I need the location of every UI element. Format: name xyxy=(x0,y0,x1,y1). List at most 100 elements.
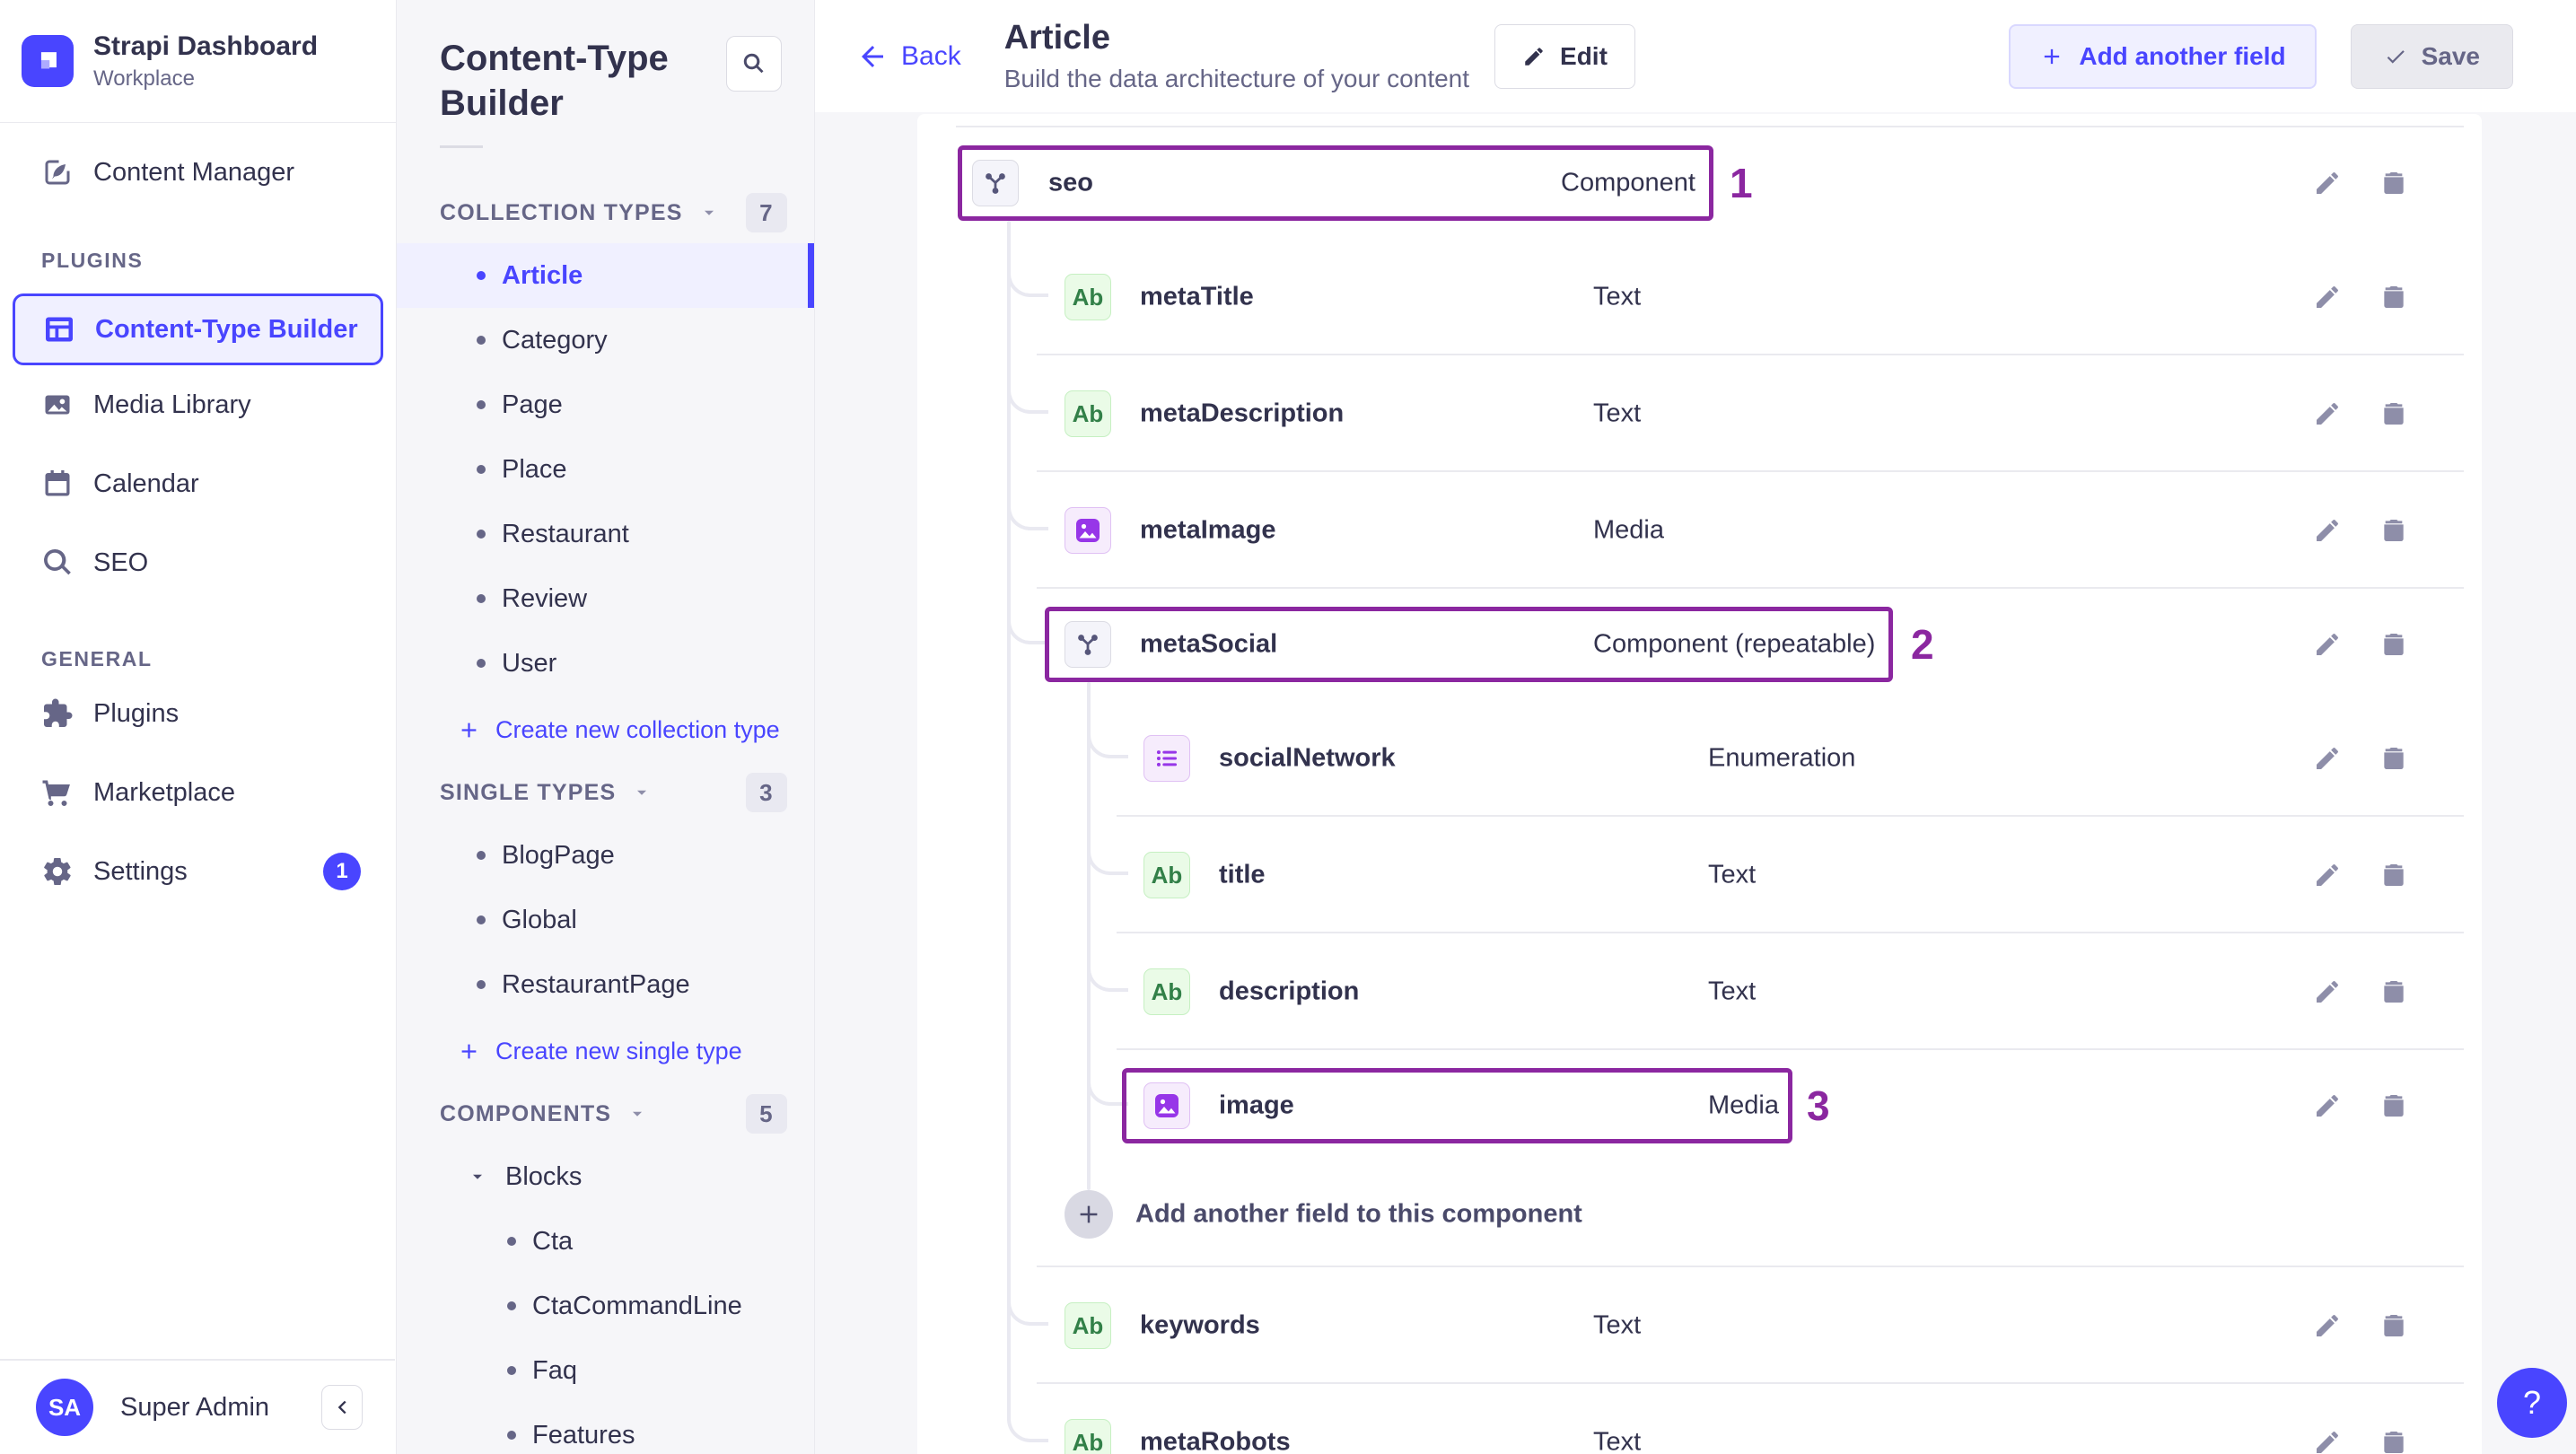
bullet-icon xyxy=(507,1301,516,1310)
delete-field-button[interactable] xyxy=(2379,516,2408,545)
bullet-icon xyxy=(477,659,486,668)
field-name: metaTitle xyxy=(1140,282,1254,311)
sidebar-item-marketplace[interactable]: Marketplace xyxy=(0,753,396,832)
type-item-category[interactable]: Category xyxy=(397,308,814,372)
edit-field-button[interactable] xyxy=(2313,399,2342,428)
type-item-blogpage[interactable]: BlogPage xyxy=(397,823,814,888)
section-header-components[interactable]: COMPONENTS 5 xyxy=(397,1089,814,1139)
type-item-label: Place xyxy=(502,454,567,484)
delete-field-button[interactable] xyxy=(2379,630,2408,659)
sidebar-item-plugins[interactable]: Plugins xyxy=(0,674,396,753)
field-type-chip-component xyxy=(1065,621,1111,668)
section-count-badge: 5 xyxy=(746,1094,787,1134)
component-item-features[interactable]: Features xyxy=(397,1403,814,1454)
type-item-restaurantpage[interactable]: RestaurantPage xyxy=(397,952,814,1017)
delete-field-button[interactable] xyxy=(2379,1428,2408,1454)
field-type-chip-media xyxy=(1065,507,1111,554)
sidebar-item-content-manager[interactable]: Content Manager xyxy=(0,141,396,204)
back-link[interactable]: Back xyxy=(856,40,961,73)
bullet-icon xyxy=(477,851,486,860)
type-item-label: Global xyxy=(502,905,577,934)
edit-field-button[interactable] xyxy=(2313,744,2342,773)
help-button[interactable]: ? xyxy=(2497,1368,2567,1438)
component-item-cta[interactable]: Cta xyxy=(397,1209,814,1274)
sidebar-item-calendar[interactable]: Calendar xyxy=(0,444,396,523)
sidebar-item-content-type-builder[interactable]: Content-Type Builder xyxy=(13,293,383,365)
bullet-icon xyxy=(507,1366,516,1375)
component-icon xyxy=(1078,635,1098,655)
edit-field-button[interactable] xyxy=(2313,861,2342,889)
seo-icon xyxy=(41,547,74,579)
component-group-blocks[interactable]: Blocks xyxy=(397,1144,814,1209)
delete-field-button[interactable] xyxy=(2379,1091,2408,1120)
add-field-to-component-button[interactable] xyxy=(1065,1190,1113,1239)
edit-field-button[interactable] xyxy=(2313,977,2342,1006)
delete-field-button[interactable] xyxy=(2379,861,2408,889)
trash-icon xyxy=(2384,1432,2404,1453)
type-item-place[interactable]: Place xyxy=(397,437,814,502)
trash-icon xyxy=(2384,1095,2404,1117)
sidebar-section-general: GENERAL xyxy=(41,646,153,670)
type-item-global[interactable]: Global xyxy=(397,888,814,952)
delete-field-button[interactable] xyxy=(2379,169,2408,197)
edit-button[interactable]: Edit xyxy=(1494,23,1635,89)
component-item-faq[interactable]: Faq xyxy=(397,1338,814,1403)
annotation-number: 1 xyxy=(1730,160,1753,206)
type-item-user[interactable]: User xyxy=(397,631,814,696)
field-type-chip-text: Ab xyxy=(1143,852,1190,898)
create-new-link[interactable]: Create new single type xyxy=(397,1020,814,1082)
type-item-review[interactable]: Review xyxy=(397,566,814,631)
create-new-link[interactable]: Create new collection type xyxy=(397,699,814,760)
component-item-label: Features xyxy=(532,1420,635,1450)
field-name: title xyxy=(1219,860,1266,889)
save-button[interactable]: Save xyxy=(2350,23,2513,89)
annotation-number: 3 xyxy=(1807,1082,1830,1129)
edit-field-button[interactable] xyxy=(2313,516,2342,545)
type-item-restaurant[interactable]: Restaurant xyxy=(397,502,814,566)
component-item-ctacommandline[interactable]: CtaCommandLine xyxy=(397,1274,814,1338)
field-type: Text xyxy=(1593,1310,1642,1340)
avatar[interactable]: SA xyxy=(36,1379,93,1436)
field-row-metaDescription: Ab metaDescription Text xyxy=(956,355,2464,472)
section-header-single-types[interactable]: SINGLE TYPES 3 xyxy=(397,767,814,818)
type-item-page[interactable]: Page xyxy=(397,372,814,437)
delete-field-button[interactable] xyxy=(2379,977,2408,1006)
delete-field-button[interactable] xyxy=(2379,744,2408,773)
delete-field-button[interactable] xyxy=(2379,1311,2408,1340)
row-actions xyxy=(2313,1311,2408,1340)
sidebar-item-settings[interactable]: Settings 1 xyxy=(0,832,396,911)
edit-field-button[interactable] xyxy=(2313,630,2342,659)
section-header-collection-types[interactable]: COLLECTION TYPES 7 xyxy=(397,188,814,238)
field-type: Enumeration xyxy=(1708,743,1856,773)
delete-field-button[interactable] xyxy=(2379,399,2408,428)
collapse-sidebar-button[interactable] xyxy=(321,1385,363,1430)
page-title-block: Article Build the data architecture of y… xyxy=(1004,19,1469,93)
field-type-chip-enumeration xyxy=(1143,735,1190,782)
edit-field-button[interactable] xyxy=(2313,283,2342,311)
field-type: Component (repeatable) xyxy=(1593,629,1876,659)
edit-field-button[interactable] xyxy=(2313,169,2342,197)
add-another-field-button[interactable]: Add another field xyxy=(2009,23,2317,89)
settings-icon xyxy=(41,855,74,888)
row-actions xyxy=(2313,283,2408,311)
sidebar-item-seo[interactable]: SEO xyxy=(0,523,396,602)
search-button[interactable] xyxy=(726,36,782,92)
title-divider xyxy=(440,145,483,148)
sidebar-item-label: Plugins xyxy=(93,698,180,728)
edit-field-button[interactable] xyxy=(2313,1311,2342,1340)
field-type-chip-text: Ab xyxy=(1065,1302,1111,1349)
field-row-socialNetwork: socialNetwork Enumeration xyxy=(956,700,2464,817)
field-row-seo: 1 seo Component xyxy=(956,127,2464,239)
plus-icon xyxy=(2045,48,2060,64)
sidebar-section-plugins: PLUGINS xyxy=(41,248,144,272)
type-item-label: Page xyxy=(502,390,563,419)
edit-field-button[interactable] xyxy=(2313,1091,2342,1120)
sidebar-item-media-library[interactable]: Media Library xyxy=(0,365,396,444)
edit-field-button[interactable] xyxy=(2313,1428,2342,1454)
enumeration-icon xyxy=(1156,750,1178,766)
type-item-article[interactable]: Article xyxy=(397,243,814,308)
sidebar-item-label: SEO xyxy=(93,547,149,577)
workspace-subtitle: Workplace xyxy=(93,66,195,91)
pencil-icon xyxy=(2317,634,2338,655)
delete-field-button[interactable] xyxy=(2379,283,2408,311)
